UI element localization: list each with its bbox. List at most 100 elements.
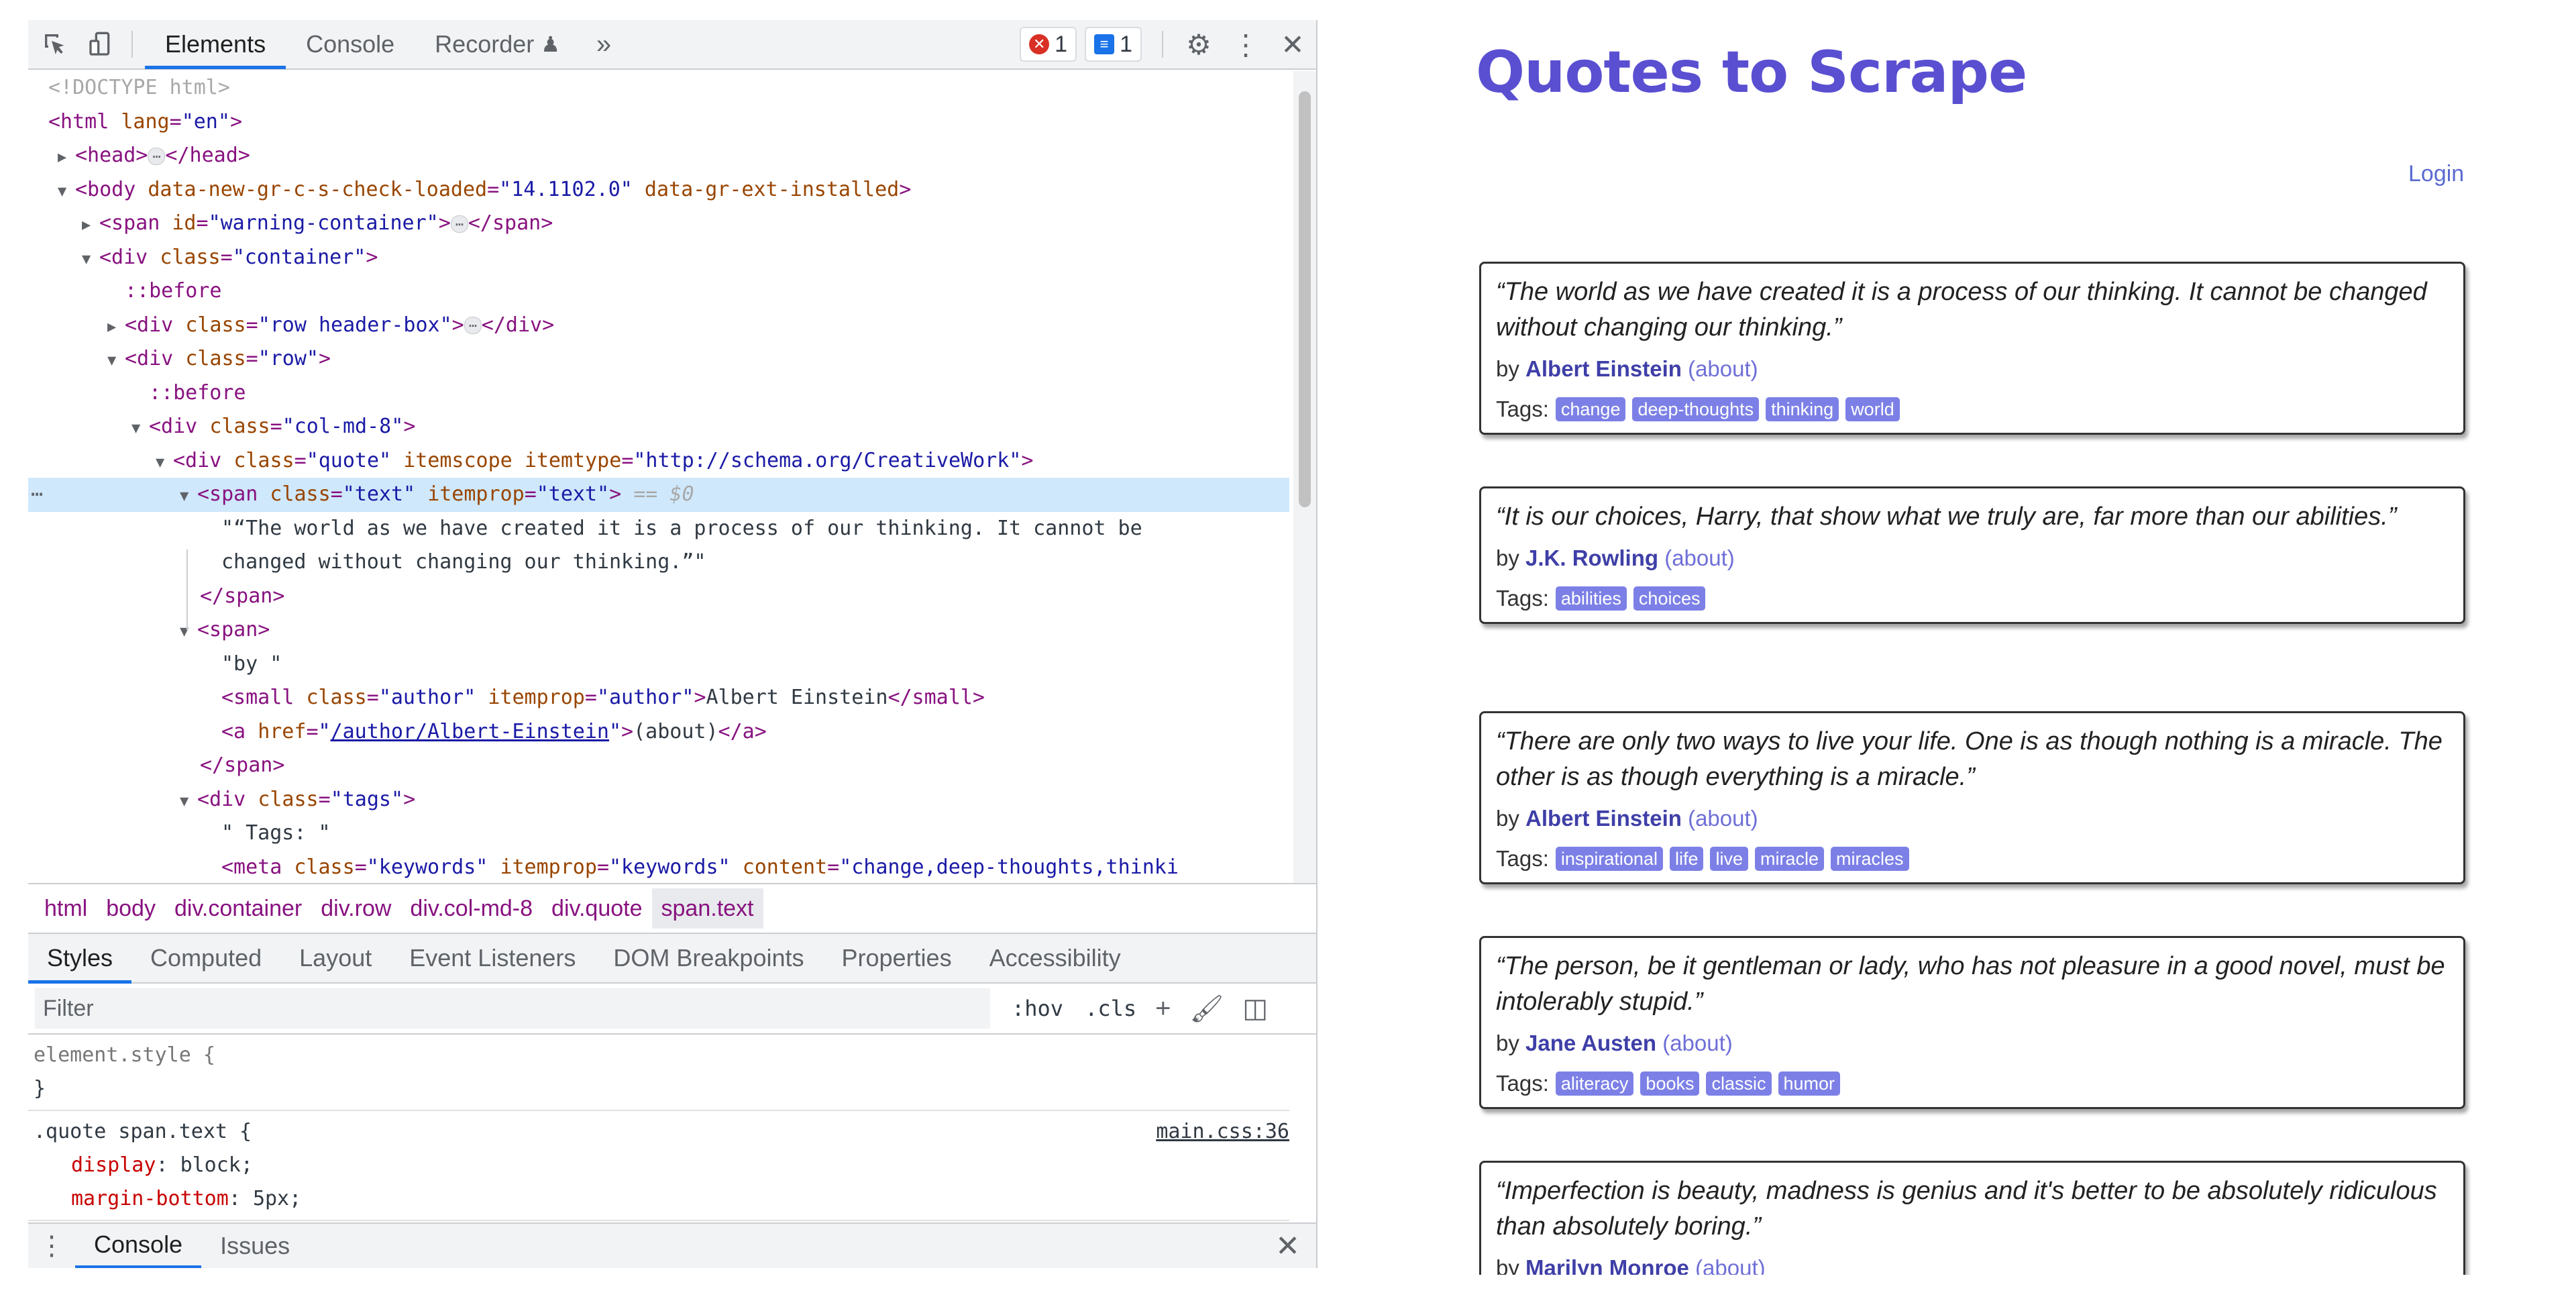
more-options-kebab-icon[interactable]: ⋮ bbox=[1222, 28, 1269, 61]
dom-node-span-by[interactable]: ▼ <span> bbox=[28, 613, 1289, 647]
error-count-badge[interactable]: ✕ 1 bbox=[1020, 27, 1077, 62]
breadcrumb-item[interactable]: div.container bbox=[165, 888, 311, 929]
quote-span-text-rule[interactable]: .quote span.text { main.css:36 display: … bbox=[28, 1111, 1289, 1221]
drawer-tab-issues[interactable]: Issues bbox=[201, 1223, 309, 1268]
dom-node-div-header-box[interactable]: ▶ <div class="row header-box"> ⋯ </div> bbox=[28, 309, 1289, 343]
scrollbar-thumb[interactable] bbox=[1299, 91, 1311, 507]
tag-link[interactable]: aliteracy bbox=[1555, 1071, 1634, 1096]
collapse-triangle-icon[interactable]: ▼ bbox=[58, 175, 75, 209]
toggle-sidebar-icon[interactable]: ◫ bbox=[1242, 993, 1268, 1024]
tag-link[interactable]: change bbox=[1555, 397, 1626, 421]
dom-node-body[interactable]: ▼ <body data-new-gr-c-s-check-loaded="14.… bbox=[28, 173, 1289, 207]
dom-node-doctype[interactable]: <!DOCTYPE html> bbox=[28, 71, 1289, 105]
tag-link[interactable]: thinking bbox=[1766, 397, 1839, 421]
collapse-triangle-icon[interactable]: ▼ bbox=[156, 446, 173, 480]
tab-layout[interactable]: Layout bbox=[280, 933, 390, 984]
tab-recorder[interactable]: Recorder ♟ bbox=[415, 20, 580, 69]
style-property[interactable]: margin-bottom: 5px; bbox=[34, 1182, 1289, 1216]
collapse-triangle-icon[interactable]: ▼ bbox=[180, 480, 197, 514]
tag-link[interactable]: life bbox=[1669, 847, 1704, 871]
drawer-menu-kebab-icon[interactable]: ⋮ bbox=[28, 1231, 75, 1261]
tag-link[interactable]: choices bbox=[1633, 586, 1706, 611]
settings-gear-icon[interactable]: ⚙ bbox=[1175, 28, 1222, 61]
dom-node-span-close[interactable]: </span> bbox=[28, 749, 1289, 783]
about-link[interactable]: (about) bbox=[1695, 1255, 1766, 1275]
rule-source-link[interactable]: main.css:36 bbox=[1156, 1115, 1289, 1149]
tab-event-listeners[interactable]: Event Listeners bbox=[390, 933, 594, 984]
hover-state-toggle[interactable]: :hov bbox=[1012, 996, 1063, 1021]
about-link[interactable]: (about) bbox=[1688, 806, 1758, 831]
tab-computed[interactable]: Computed bbox=[131, 933, 280, 984]
more-tabs-chevron-icon[interactable]: » bbox=[580, 30, 627, 60]
dom-node-div-quote[interactable]: ▼ <div class="quote" itemscope itemtype="… bbox=[28, 444, 1289, 478]
close-devtools-icon[interactable]: ✕ bbox=[1269, 28, 1316, 61]
paint-brush-icon[interactable]: 🖌 bbox=[1189, 993, 1224, 1025]
expand-triangle-icon[interactable]: ▶ bbox=[82, 209, 99, 243]
tag-link[interactable]: humor bbox=[1778, 1071, 1841, 1096]
breadcrumb-item[interactable]: div.row bbox=[311, 888, 400, 929]
breadcrumb-item[interactable]: body bbox=[97, 888, 165, 929]
dom-node-meta-keywords[interactable]: <meta class="keywords" itemprop="keyword… bbox=[28, 851, 1289, 884]
class-toggle[interactable]: .cls bbox=[1085, 996, 1136, 1021]
collapsed-ellipsis-icon[interactable]: ⋯ bbox=[464, 317, 482, 334]
dom-text-node-tags[interactable]: " Tags: " bbox=[28, 817, 1289, 851]
tag-link[interactable]: deep-thoughts bbox=[1632, 397, 1760, 421]
tab-accessibility[interactable]: Accessibility bbox=[971, 933, 1140, 984]
drawer-tab-console[interactable]: Console bbox=[75, 1223, 202, 1268]
dom-text-node-cont[interactable]: changed without changing our thinking.”" bbox=[28, 545, 1289, 580]
styles-filter-input[interactable]: Filter bbox=[35, 988, 990, 1029]
collapse-triangle-icon[interactable]: ▼ bbox=[107, 344, 125, 378]
expand-triangle-icon[interactable]: ▶ bbox=[58, 141, 75, 175]
breadcrumb-item-active[interactable]: span.text bbox=[651, 888, 763, 929]
dom-node-head[interactable]: ▶ <head> ⋯ </head> bbox=[28, 139, 1289, 173]
element-style-rule[interactable]: element.style { } bbox=[28, 1035, 1289, 1111]
tab-console[interactable]: Console bbox=[286, 20, 415, 69]
tab-elements[interactable]: Elements bbox=[145, 20, 286, 69]
dom-node-before[interactable]: ::before bbox=[28, 376, 1289, 411]
tab-properties[interactable]: Properties bbox=[823, 933, 971, 984]
dom-text-node[interactable]: "“The world as we have created it is a p… bbox=[28, 512, 1289, 546]
style-property[interactable]: display: block; bbox=[34, 1149, 1289, 1182]
tab-dom-breakpoints[interactable]: DOM Breakpoints bbox=[594, 933, 822, 984]
dom-node-div-container[interactable]: ▼ <div class="container"> bbox=[28, 241, 1289, 275]
collapsed-ellipsis-icon[interactable]: ⋯ bbox=[450, 215, 468, 233]
collapsed-ellipsis-icon[interactable]: ⋯ bbox=[148, 147, 166, 165]
dom-node-html[interactable]: <html lang="en"> bbox=[28, 105, 1289, 140]
dom-node-a-about[interactable]: <a href="/author/Albert-Einstein">(about… bbox=[28, 715, 1289, 749]
tag-link[interactable]: live bbox=[1710, 847, 1748, 871]
tag-link[interactable]: world bbox=[1845, 397, 1900, 421]
add-style-rule-icon[interactable]: + bbox=[1155, 994, 1171, 1024]
node-actions-ellipsis-icon[interactable]: ⋯ bbox=[31, 478, 43, 512]
login-link[interactable]: Login bbox=[2408, 161, 2464, 187]
dom-node-span-text-selected[interactable]: ⋯ ▼ <span class="text" itemprop="text"> ==… bbox=[28, 478, 1289, 512]
site-title[interactable]: Quotes to Scrape bbox=[1476, 39, 2027, 106]
collapse-triangle-icon[interactable]: ▼ bbox=[180, 615, 197, 649]
dom-node-div-tags[interactable]: ▼ <div class="tags"> bbox=[28, 783, 1289, 817]
about-link[interactable]: (about) bbox=[1688, 356, 1758, 381]
dom-node-small-author[interactable]: <small class="author" itemprop="author">… bbox=[28, 681, 1289, 715]
tag-link[interactable]: inspirational bbox=[1555, 847, 1663, 871]
breadcrumb-item[interactable]: div.quote bbox=[542, 888, 651, 929]
dom-node-div-col-md-8[interactable]: ▼ <div class="col-md-8"> bbox=[28, 410, 1289, 444]
breadcrumb-item[interactable]: html bbox=[35, 888, 97, 929]
message-count-badge[interactable]: ≡ 1 bbox=[1085, 27, 1142, 62]
dom-node-span-warning[interactable]: ▶ <span id="warning-container"> ⋯ </span> bbox=[28, 207, 1289, 241]
dom-text-node-by[interactable]: "by " bbox=[28, 647, 1289, 682]
tag-link[interactable]: books bbox=[1640, 1071, 1700, 1096]
device-toolbar-icon[interactable] bbox=[82, 25, 119, 63]
collapse-triangle-icon[interactable]: ▼ bbox=[180, 785, 197, 819]
breadcrumb-item[interactable]: div.col-md-8 bbox=[400, 888, 542, 929]
close-drawer-icon[interactable]: ✕ bbox=[1275, 1229, 1300, 1263]
tag-link[interactable]: classic bbox=[1706, 1071, 1772, 1096]
dom-node-div-row[interactable]: ▼ <div class="row"> bbox=[28, 342, 1289, 376]
tab-styles[interactable]: Styles bbox=[28, 933, 132, 984]
dom-node-span-close[interactable]: </span> bbox=[28, 580, 1289, 614]
collapse-triangle-icon[interactable]: ▼ bbox=[82, 243, 99, 277]
tag-link[interactable]: miracles bbox=[1831, 847, 1909, 871]
collapse-triangle-icon[interactable]: ▼ bbox=[131, 412, 149, 446]
about-link[interactable]: (about) bbox=[1662, 1031, 1733, 1055]
tag-link[interactable]: abilities bbox=[1555, 586, 1627, 611]
dom-tree-scrollbar[interactable] bbox=[1293, 71, 1316, 883]
inspect-element-icon[interactable] bbox=[36, 25, 74, 63]
about-link[interactable]: (about) bbox=[1664, 545, 1735, 570]
